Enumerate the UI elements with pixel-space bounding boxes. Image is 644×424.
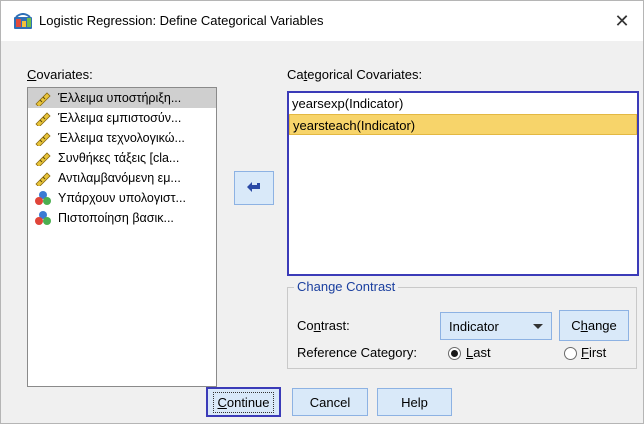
- contrast-label: Contrast:: [297, 318, 350, 333]
- close-icon: ✕: [614, 10, 630, 31]
- scale-ruler-icon: [35, 172, 51, 186]
- help-button-label: Help: [401, 394, 428, 410]
- covariate-item-label: Έλλειμα εμπιστοσύν...: [58, 111, 182, 125]
- cancel-button[interactable]: Cancel: [292, 388, 368, 416]
- covariate-item[interactable]: Έλλειμα υποστήριξη...: [28, 88, 216, 108]
- title-bar[interactable]: Logistic Regression: Define Categorical …: [1, 1, 643, 41]
- help-button[interactable]: Help: [377, 388, 452, 416]
- chevron-down-icon: [533, 324, 543, 329]
- radio-last-label: Last: [466, 345, 491, 360]
- covariate-item-label: Αντιλαμβανόμενη εμ...: [58, 171, 181, 185]
- cancel-button-label: Cancel: [309, 394, 351, 410]
- arrow-left-icon: [247, 182, 260, 192]
- change-contrast-title: Change Contrast: [294, 279, 399, 294]
- covariate-item[interactable]: Συνθήκες τάξεις [cla...: [28, 148, 216, 168]
- categorical-covariates-label: Categorical Covariates:: [287, 67, 423, 82]
- scale-ruler-icon: [35, 112, 51, 126]
- spss-app-icon: [14, 13, 32, 29]
- move-to-categorical-button[interactable]: [234, 171, 274, 205]
- covariate-item[interactable]: Υπάρχουν υπολογιστ...: [28, 188, 216, 208]
- covariate-item[interactable]: Έλλειμα τεχνολογικώ...: [28, 128, 216, 148]
- covariate-item-label: Υπάρχουν υπολογιστ...: [58, 191, 186, 205]
- covariate-item[interactable]: Έλλειμα εμπιστοσύν...: [28, 108, 216, 128]
- radio-first[interactable]: [564, 347, 577, 360]
- radio-first-label: First: [581, 345, 607, 360]
- close-button[interactable]: ✕: [601, 1, 643, 41]
- change-button[interactable]: Change: [559, 310, 629, 341]
- dialog-window: Logistic Regression: Define Categorical …: [0, 0, 644, 424]
- covariate-item[interactable]: Αντιλαμβανόμενη εμ...: [28, 168, 216, 188]
- reference-category-label: Reference Category:: [297, 345, 417, 360]
- covariates-label: Covariates:: [27, 67, 93, 82]
- nominal-circles-icon: [35, 211, 51, 225]
- contrast-dropdown-value: Indicator: [449, 319, 499, 334]
- contrast-dropdown[interactable]: Indicator: [440, 312, 552, 340]
- scale-ruler-icon: [35, 92, 51, 106]
- categorical-item[interactable]: yearsteach(Indicator): [289, 114, 637, 135]
- scale-ruler-icon: [35, 132, 51, 146]
- continue-button-label: Continue: [213, 391, 274, 413]
- continue-button[interactable]: Continue: [206, 387, 281, 417]
- covariate-item[interactable]: Πιστοποίηση βασικ...: [28, 208, 216, 228]
- covariate-item-label: Πιστοποίηση βασικ...: [58, 211, 174, 225]
- categorical-covariates-list[interactable]: yearsexp(Indicator) yearsteach(Indicator): [287, 91, 639, 276]
- window-title: Logistic Regression: Define Categorical …: [39, 13, 324, 28]
- covariate-item-label: Έλλειμα τεχνολογικώ...: [58, 131, 185, 145]
- covariates-list[interactable]: Έλλειμα υποστήριξη... Έλλειμα εμπιστοσύν.…: [27, 87, 217, 387]
- scale-ruler-icon: [35, 152, 51, 166]
- covariate-item-label: Έλλειμα υποστήριξη...: [58, 91, 182, 105]
- change-button-label: Change: [571, 318, 617, 333]
- categorical-item[interactable]: yearsexp(Indicator): [289, 93, 637, 114]
- covariate-item-label: Συνθήκες τάξεις [cla...: [58, 151, 180, 165]
- radio-last[interactable]: [448, 347, 461, 360]
- nominal-circles-icon: [35, 191, 51, 205]
